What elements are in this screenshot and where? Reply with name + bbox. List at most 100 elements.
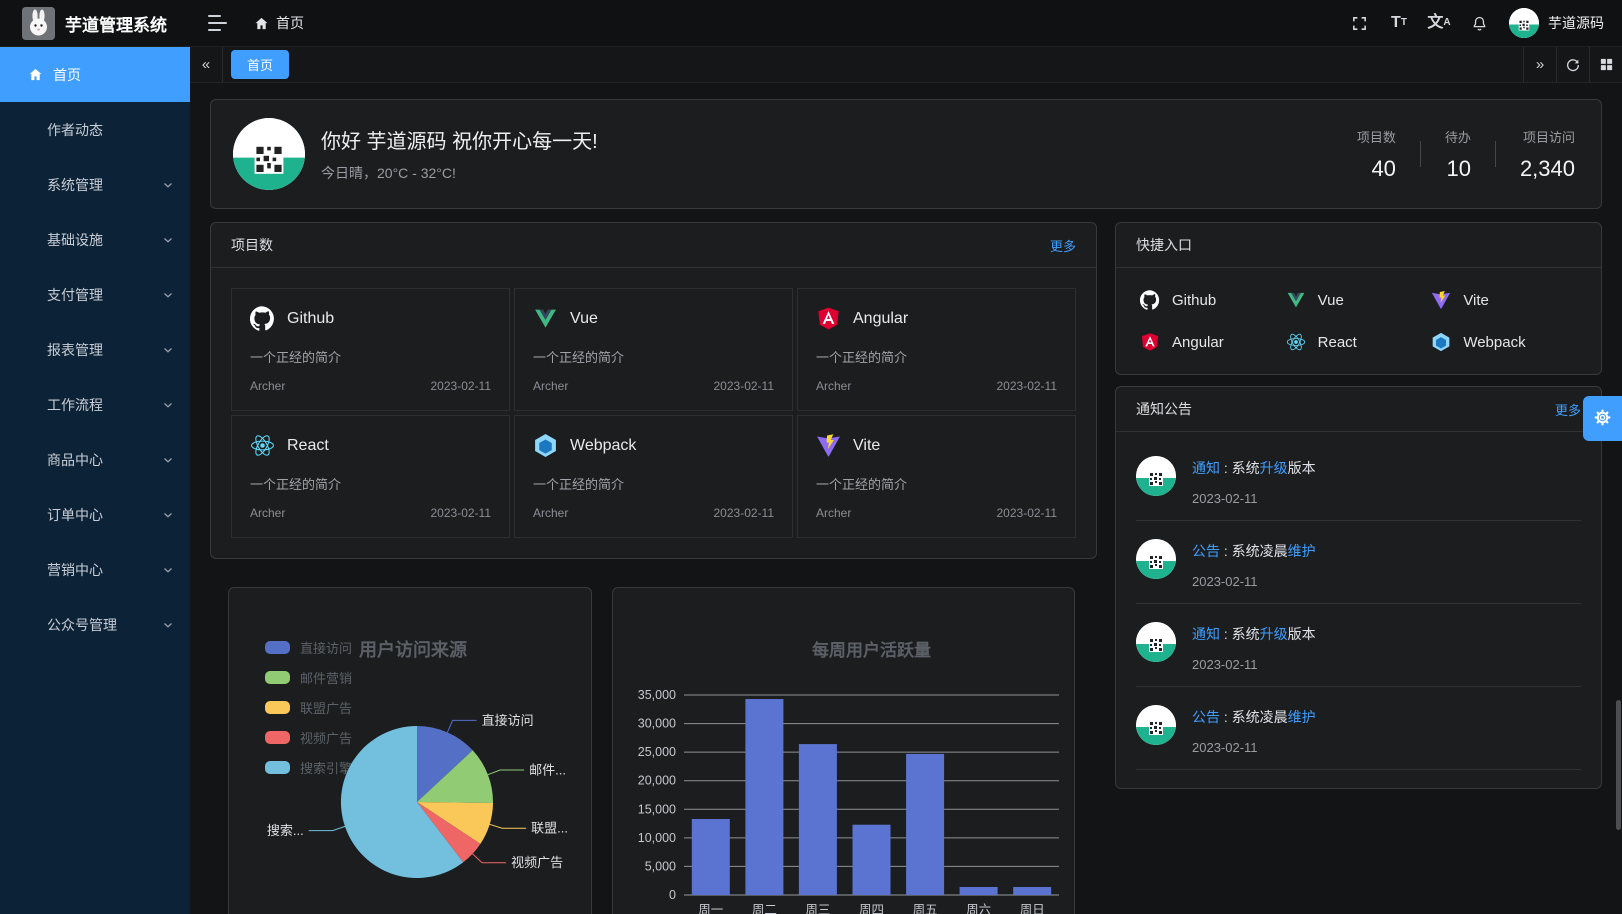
user-menu[interactable]: 芋道源码: [1509, 8, 1604, 38]
bar-chart-title: 每周用户活跃量: [812, 640, 931, 660]
project-desc: 一个正经的简介: [533, 474, 774, 506]
project-name: Vue: [570, 310, 598, 328]
sidebar-item-首页[interactable]: 首页: [0, 47, 190, 102]
bar-周四: [853, 825, 891, 895]
svg-text:35,000: 35,000: [638, 688, 676, 702]
svg-text:周五: 周五: [913, 903, 938, 914]
sidebar-item-工作流程[interactable]: 工作流程: [0, 377, 190, 432]
sidebar-item-label: 作者动态: [47, 120, 174, 140]
project-card-Github[interactable]: Github一个正经的简介Archer2023-02-11: [231, 288, 510, 411]
notice-divider: [1136, 769, 1581, 770]
chevron-down-icon: [162, 454, 174, 466]
sidebar-item-支付管理[interactable]: 支付管理: [0, 267, 190, 322]
chevron-down-icon: [162, 399, 174, 411]
notice-item[interactable]: 公告 : 系统凌晨维护 2023-02-11: [1136, 521, 1581, 603]
project-author: Archer: [533, 506, 568, 520]
shortcut-label: Angular: [1172, 334, 1224, 351]
stat-value: 10: [1445, 156, 1471, 182]
svg-text:视频广告: 视频广告: [511, 855, 563, 870]
tab-home[interactable]: 首页: [231, 50, 289, 79]
sidebar-item-label: 首页: [53, 65, 174, 85]
project-card-Vite[interactable]: Vite一个正经的简介Archer2023-02-11: [797, 415, 1076, 538]
svg-text:30,000: 30,000: [638, 717, 676, 731]
font-size-icon[interactable]: TT: [1383, 7, 1415, 39]
sidebar-item-作者动态[interactable]: 作者动态: [0, 102, 190, 157]
project-date: 2023-02-11: [714, 379, 775, 393]
sidebar-item-公众号管理[interactable]: 公众号管理: [0, 597, 190, 652]
project-desc: 一个正经的简介: [816, 347, 1057, 379]
svg-text:周日: 周日: [1020, 903, 1045, 914]
angular-icon: [1140, 332, 1160, 352]
notice-title: 公告 : 系统凌晨维护: [1192, 541, 1316, 561]
grid-layout-icon[interactable]: [1589, 47, 1622, 82]
shortcut-label: Vue: [1318, 292, 1344, 309]
vue-icon: [533, 306, 558, 331]
shortcut-Vue[interactable]: Vue: [1286, 290, 1432, 310]
main-area: « 首页 » 你好 芋道源码 祝你开心每一天! 今日晴，20°C - 32°C!…: [190, 47, 1622, 914]
menu-fold-button[interactable]: [208, 15, 228, 31]
notice-date: 2023-02-11: [1192, 657, 1316, 672]
sidebar-item-订单中心[interactable]: 订单中心: [0, 487, 190, 542]
notices-more-link[interactable]: 更多: [1555, 400, 1581, 419]
chevron-down-icon: [162, 344, 174, 356]
vue-icon: [1286, 290, 1306, 310]
fullscreen-icon[interactable]: [1343, 7, 1375, 39]
notice-title: 公告 : 系统凌晨维护: [1192, 707, 1316, 727]
tabs-strip: 首页: [223, 47, 1523, 82]
sidebar-item-商品中心[interactable]: 商品中心: [0, 432, 190, 487]
project-card-Angular[interactable]: Angular一个正经的简介Archer2023-02-11: [797, 288, 1076, 411]
shortcut-React[interactable]: React: [1286, 332, 1432, 352]
project-desc: 一个正经的简介: [533, 347, 774, 379]
sidebar-item-报表管理[interactable]: 报表管理: [0, 322, 190, 377]
svg-text:10,000: 10,000: [638, 831, 676, 845]
breadcrumb[interactable]: 首页: [254, 13, 304, 33]
notice-date: 2023-02-11: [1192, 740, 1316, 755]
scrollbar-thumb[interactable]: [1616, 700, 1621, 830]
sidebar-item-基础设施[interactable]: 基础设施: [0, 212, 190, 267]
notice-title-segment: : 系统凌晨: [1220, 543, 1288, 559]
shortcut-Angular[interactable]: Angular: [1140, 332, 1286, 352]
shortcut-Vite[interactable]: Vite: [1431, 290, 1577, 310]
notice-title-segment: 版本: [1288, 626, 1316, 642]
sidebar-item-系统管理[interactable]: 系统管理: [0, 157, 190, 212]
stat-value: 2,340: [1520, 156, 1575, 182]
projects-more-link[interactable]: 更多: [1050, 236, 1076, 255]
notice-title-segment: : 系统: [1220, 460, 1260, 476]
app-logo[interactable]: 芋道管理系统: [0, 7, 190, 40]
notice-item[interactable]: 公告 : 系统凌晨维护 2023-02-11: [1136, 687, 1581, 769]
settings-gear-button[interactable]: [1583, 396, 1622, 441]
project-desc: 一个正经的简介: [250, 474, 491, 506]
refresh-icon[interactable]: [1556, 47, 1589, 82]
notice-title-segment: 升级: [1260, 626, 1288, 642]
stat-项目数: 项目数40: [1333, 127, 1420, 182]
project-card-Webpack[interactable]: Webpack一个正经的简介Archer2023-02-11: [514, 415, 793, 538]
project-author: Archer: [250, 506, 285, 520]
project-card-React[interactable]: React一个正经的简介Archer2023-02-11: [231, 415, 510, 538]
notice-item[interactable]: 通知 : 系统升级版本2023-02-11: [1136, 604, 1581, 686]
tabs-scroll-right-button[interactable]: »: [1523, 47, 1556, 82]
chevron-down-icon: [162, 289, 174, 301]
sidebar-item-label: 系统管理: [47, 175, 152, 195]
app-root: 芋道管理系统 首页 TT 文A 芋道源码 首页作者动态系统管理基础设施支付管理报…: [0, 0, 1622, 914]
notice-title-segment: 版本: [1288, 460, 1316, 476]
bar-周六: [960, 887, 998, 895]
project-card-Vue[interactable]: Vue一个正经的简介Archer2023-02-11: [514, 288, 793, 411]
stat-label: 项目数: [1357, 127, 1396, 146]
webpack-icon: [533, 433, 558, 458]
shortcut-Github[interactable]: Github: [1140, 290, 1286, 310]
tabs-scroll-left-button[interactable]: «: [190, 47, 223, 82]
project-date: 2023-02-11: [997, 379, 1058, 393]
bell-icon[interactable]: [1463, 7, 1495, 39]
notice-date: 2023-02-11: [1192, 574, 1316, 589]
top-header: 芋道管理系统 首页 TT 文A 芋道源码: [0, 0, 1622, 47]
welcome-stats: 项目数40待办10项目访问2,340: [1333, 127, 1575, 182]
angular-icon: [816, 306, 841, 331]
bar-周五: [906, 754, 944, 895]
sidebar-item-营销中心[interactable]: 营销中心: [0, 542, 190, 597]
translate-icon[interactable]: 文A: [1423, 7, 1455, 39]
stat-待办: 待办10: [1421, 127, 1495, 182]
shortcut-Webpack[interactable]: Webpack: [1431, 332, 1577, 352]
project-name: Angular: [853, 310, 908, 328]
notice-item[interactable]: 通知 : 系统升级版本2023-02-11: [1136, 438, 1581, 520]
notice-title-segment: 公告: [1192, 709, 1220, 725]
